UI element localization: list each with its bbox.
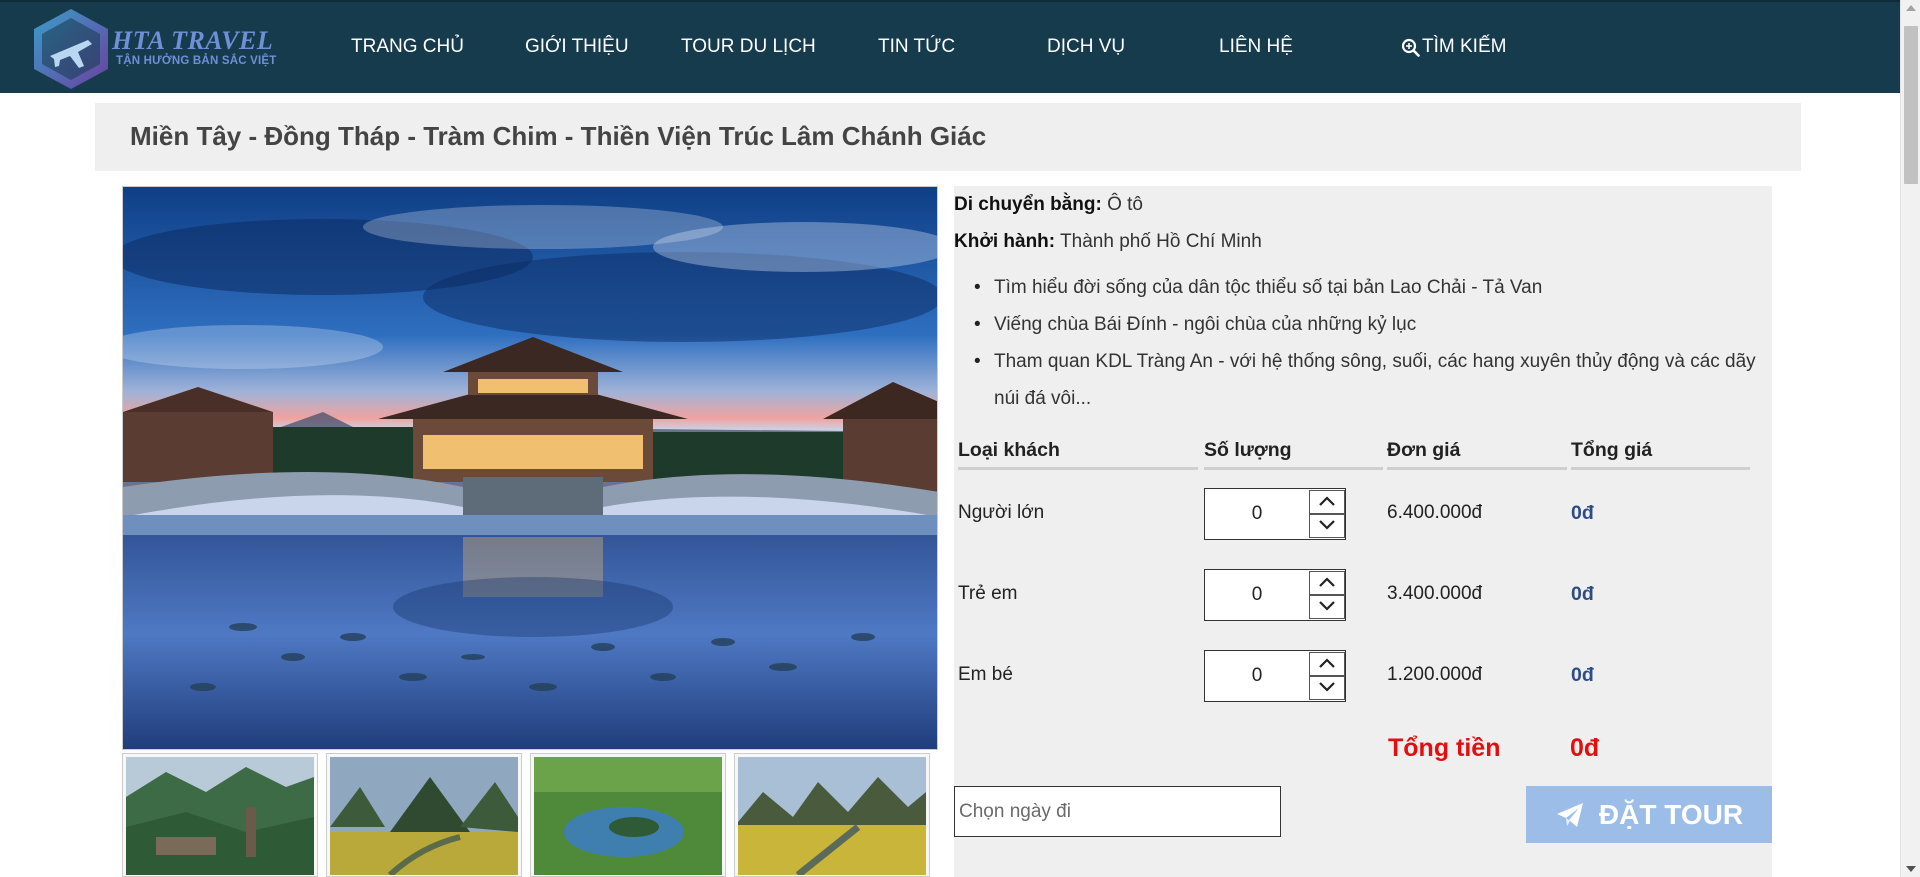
decrement-button[interactable] [1309, 595, 1345, 619]
gallery-thumb-3[interactable] [530, 753, 726, 877]
main-tour-photo[interactable] [122, 186, 938, 750]
departure-info: Khởi hành: Thành phố Hồ Chí Minh [954, 231, 1262, 253]
decrement-button[interactable] [1309, 676, 1345, 700]
book-tour-button[interactable]: ĐẶT TOUR [1526, 786, 1772, 843]
departure-date-input[interactable] [954, 786, 1281, 837]
row-total-infant: 0đ [1571, 664, 1594, 686]
grand-total-label: Tổng tiền [1388, 734, 1501, 762]
gallery-thumb-4[interactable] [734, 753, 930, 877]
col-header-unit-price: Đơn giá [1387, 439, 1461, 461]
unit-price-infant: 1.200.000đ [1387, 664, 1483, 685]
tour-highlights-list: Tìm hiểu đời sống của dân tộc thiểu số t… [974, 269, 1764, 417]
col-header-total: Tổng giá [1571, 439, 1653, 461]
nav-item-home[interactable]: TRANG CHỦ [351, 36, 464, 58]
page-title: Miền Tây - Đồng Tháp - Tràm Chim - Thiền… [130, 121, 987, 151]
transport-label: Di chuyển bằng: [954, 194, 1102, 215]
departure-label: Khởi hành: [954, 231, 1056, 252]
unit-price-child: 3.400.000đ [1387, 583, 1483, 604]
highlight-item: Viếng chùa Bái Đính - ngôi chùa của nhữn… [974, 306, 1764, 343]
quantity-value[interactable]: 0 [1205, 489, 1309, 539]
karst-valley-image [330, 757, 518, 875]
nav-item-services[interactable]: DỊCH VỤ [1047, 36, 1125, 58]
header-divider [1571, 467, 1750, 470]
col-header-quantity: Số lượng [1204, 439, 1292, 461]
chevron-up-icon [1319, 658, 1335, 668]
highlight-item: Tham quan KDL Tràng An - với hệ thống sô… [974, 343, 1764, 417]
increment-button[interactable] [1309, 490, 1345, 514]
nav-item-news[interactable]: TIN TỨC [878, 36, 955, 58]
increment-button[interactable] [1309, 652, 1345, 676]
quantity-value[interactable]: 0 [1205, 651, 1309, 701]
chevron-down-icon [1319, 601, 1335, 611]
book-tour-label: ĐẶT TOUR [1598, 798, 1744, 830]
mountain-pagoda-image [126, 757, 314, 875]
unit-price-adult: 6.400.000đ [1387, 502, 1483, 523]
quantity-stepper-adult[interactable]: 0 [1204, 488, 1346, 540]
logo-slogan: TẬN HƯỞNG BẢN SẮC VIỆT [116, 55, 277, 67]
decrement-button[interactable] [1309, 514, 1345, 538]
site-logo[interactable]: HTA TRAVEL TẬN HƯỞNG BẢN SẮC VIỆT [30, 6, 277, 92]
temple-lake-image [123, 187, 937, 749]
row-total-adult: 0đ [1571, 502, 1594, 524]
paper-plane-icon [1556, 802, 1583, 827]
search-icon [1401, 38, 1420, 57]
scroll-up-arrow-icon[interactable] [1906, 5, 1916, 11]
chevron-up-icon [1319, 496, 1335, 506]
page-scrollbar[interactable] [1900, 0, 1920, 877]
logo-hexagon-icon [34, 9, 108, 89]
header-divider [958, 467, 1198, 470]
nav-item-search[interactable]: TÌM KIẾM [1401, 36, 1506, 58]
departure-value: Thành phố Hồ Chí Minh [1060, 231, 1262, 252]
highlight-item: Tìm hiểu đời sống của dân tộc thiểu số t… [974, 269, 1764, 306]
top-nav-bar: HTA TRAVEL TẬN HƯỞNG BẢN SẮC VIỆT TRANG … [0, 0, 1900, 93]
grand-total-value: 0đ [1570, 734, 1600, 762]
header-divider [1387, 467, 1567, 470]
logo-title: HTA TRAVEL [112, 26, 274, 55]
header-divider [1204, 467, 1383, 470]
quantity-value[interactable]: 0 [1205, 570, 1309, 620]
nav-item-tours[interactable]: TOUR DU LỊCH [681, 36, 816, 58]
gallery-thumb-2[interactable] [326, 753, 522, 877]
tour-title-bar: Miền Tây - Đồng Tháp - Tràm Chim - Thiền… [95, 103, 1801, 171]
quantity-stepper-child[interactable]: 0 [1204, 569, 1346, 621]
chevron-up-icon [1319, 577, 1335, 587]
col-header-guest-type: Loại khách [958, 439, 1060, 461]
increment-button[interactable] [1309, 571, 1345, 595]
nav-search-label: TÌM KIẾM [1422, 36, 1507, 57]
guest-type-adult: Người lớn [958, 502, 1045, 523]
chevron-down-icon [1319, 682, 1335, 692]
scroll-thumb[interactable] [1904, 26, 1918, 184]
tour-info-panel: Di chuyển bằng: Ô tô Khởi hành: Thành ph… [954, 186, 1772, 877]
rice-field-river-image [738, 757, 926, 875]
scroll-down-arrow-icon[interactable] [1906, 866, 1916, 872]
transport-value: Ô tô [1107, 194, 1143, 215]
chevron-down-icon [1319, 520, 1335, 530]
guest-type-infant: Em bé [958, 664, 1013, 685]
gallery-thumb-1[interactable] [122, 753, 318, 877]
nav-item-contact[interactable]: LIÊN HỆ [1219, 36, 1293, 58]
nav-item-about[interactable]: GIỚI THIỆU [525, 36, 629, 58]
transport-info: Di chuyển bằng: Ô tô [954, 194, 1143, 216]
row-total-child: 0đ [1571, 583, 1594, 605]
quantity-stepper-infant[interactable]: 0 [1204, 650, 1346, 702]
green-lake-image [534, 757, 722, 875]
guest-type-child: Trẻ em [958, 583, 1018, 604]
